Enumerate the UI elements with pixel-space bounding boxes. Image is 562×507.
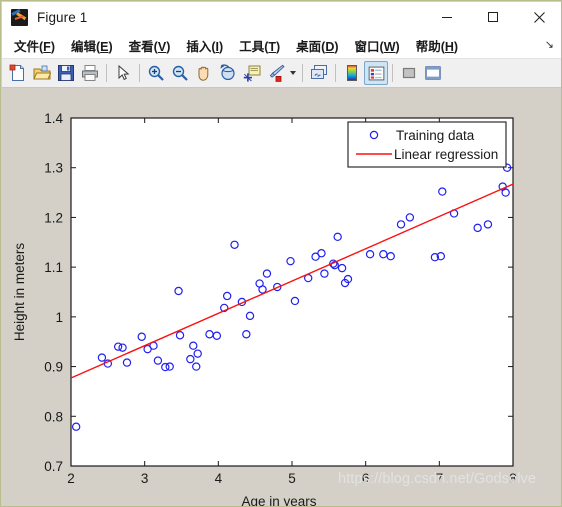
x-tick-label: 4 (215, 471, 223, 486)
menu-item-desktop[interactable]: 桌面(D) (290, 33, 344, 58)
menu-overflow-icon[interactable]: ↘ (545, 38, 554, 51)
y-axis-label: Height in meters (12, 243, 27, 342)
y-tick-label: 1.2 (44, 210, 63, 225)
scatter-plot: 2 3 4 5 6 7 80.70.80.911.11.21.31.4Age in year… (12, 111, 517, 506)
toolbar-separator (139, 64, 140, 82)
y-tick-label: 1 (55, 310, 63, 325)
x-tick-label: 2 (67, 471, 75, 486)
pan-hand-icon[interactable] (192, 61, 216, 85)
menu-item-window[interactable]: 窗口(W) (349, 33, 406, 58)
figure-canvas: 2 3 4 5 6 7 8 0.7 0.8 0.9 1 1.1 1.2 1.3 1.4 Age in year… (2, 89, 561, 506)
hide-plot-tools-icon[interactable] (397, 61, 421, 85)
toolbar-separator (392, 64, 393, 82)
plot-background (71, 118, 513, 466)
menu-item-insert[interactable]: 插入(I) (180, 33, 229, 58)
colorbar-icon[interactable] (340, 61, 364, 85)
y-tick-label: 1.4 (44, 111, 63, 126)
matlab-icon (11, 8, 28, 26)
link-plot-icon[interactable] (307, 61, 331, 85)
close-button[interactable] (516, 2, 561, 32)
zoom-out-icon[interactable] (168, 61, 192, 85)
y-tick-label: 1.3 (44, 161, 63, 176)
toolbar-separator (302, 64, 303, 82)
print-figure-icon[interactable] (78, 61, 102, 85)
maximize-button[interactable] (470, 2, 516, 32)
toolbar (2, 59, 561, 88)
watermark-text: https://blog.csdn.net/Godsolve (338, 471, 537, 487)
toolbar-separator (335, 64, 336, 82)
y-tick-label: 1.1 (44, 260, 63, 275)
menu-item-file[interactable]: 文件(F) (8, 33, 61, 58)
brush-dropdown-arrow[interactable] (288, 61, 298, 85)
show-plot-tools-icon[interactable] (421, 61, 445, 85)
menu-item-view[interactable]: 查看(V) (123, 33, 177, 58)
legend-icon[interactable] (364, 61, 388, 85)
y-tick-label: 0.9 (44, 360, 63, 375)
legend-label-training-data: Training data (396, 128, 475, 143)
minimize-button[interactable] (424, 2, 470, 32)
new-figure-icon[interactable] (6, 61, 30, 85)
menu-bar: 文件(F) 编辑(E) 查看(V) 插入(I) 工具(T) 桌面(D) 窗口(W… (2, 32, 561, 59)
legend-label-linear-regression: Linear regression (394, 147, 498, 162)
menu-item-help[interactable]: 帮助(H) (410, 33, 464, 58)
menu-item-tools[interactable]: 工具(T) (233, 33, 286, 58)
pointer-select-icon[interactable] (111, 61, 135, 85)
window-controls (424, 2, 561, 32)
x-axis-label: Age in years (241, 494, 316, 506)
window-title: Figure 1 (37, 9, 88, 25)
save-figure-icon[interactable] (54, 61, 78, 85)
x-tick-label: 5 (288, 471, 296, 486)
menu-item-edit[interactable]: 编辑(E) (65, 33, 119, 58)
rotate-3d-icon[interactable] (216, 61, 240, 85)
y-tick-label: 0.8 (44, 409, 63, 424)
x-tick-label: 3 (141, 471, 149, 486)
open-file-icon[interactable] (30, 61, 54, 85)
data-cursor-icon[interactable] (240, 61, 264, 85)
title-bar: Figure 1 (2, 2, 561, 32)
figure-window: Figure 1 文件(F) 编辑(E) 查看(V) 插入(I) 工具(T) 桌… (0, 0, 562, 507)
zoom-in-icon[interactable] (144, 61, 168, 85)
brush-data-icon[interactable] (264, 61, 288, 85)
y-tick-label: 0.7 (44, 459, 63, 474)
toolbar-separator (106, 64, 107, 82)
